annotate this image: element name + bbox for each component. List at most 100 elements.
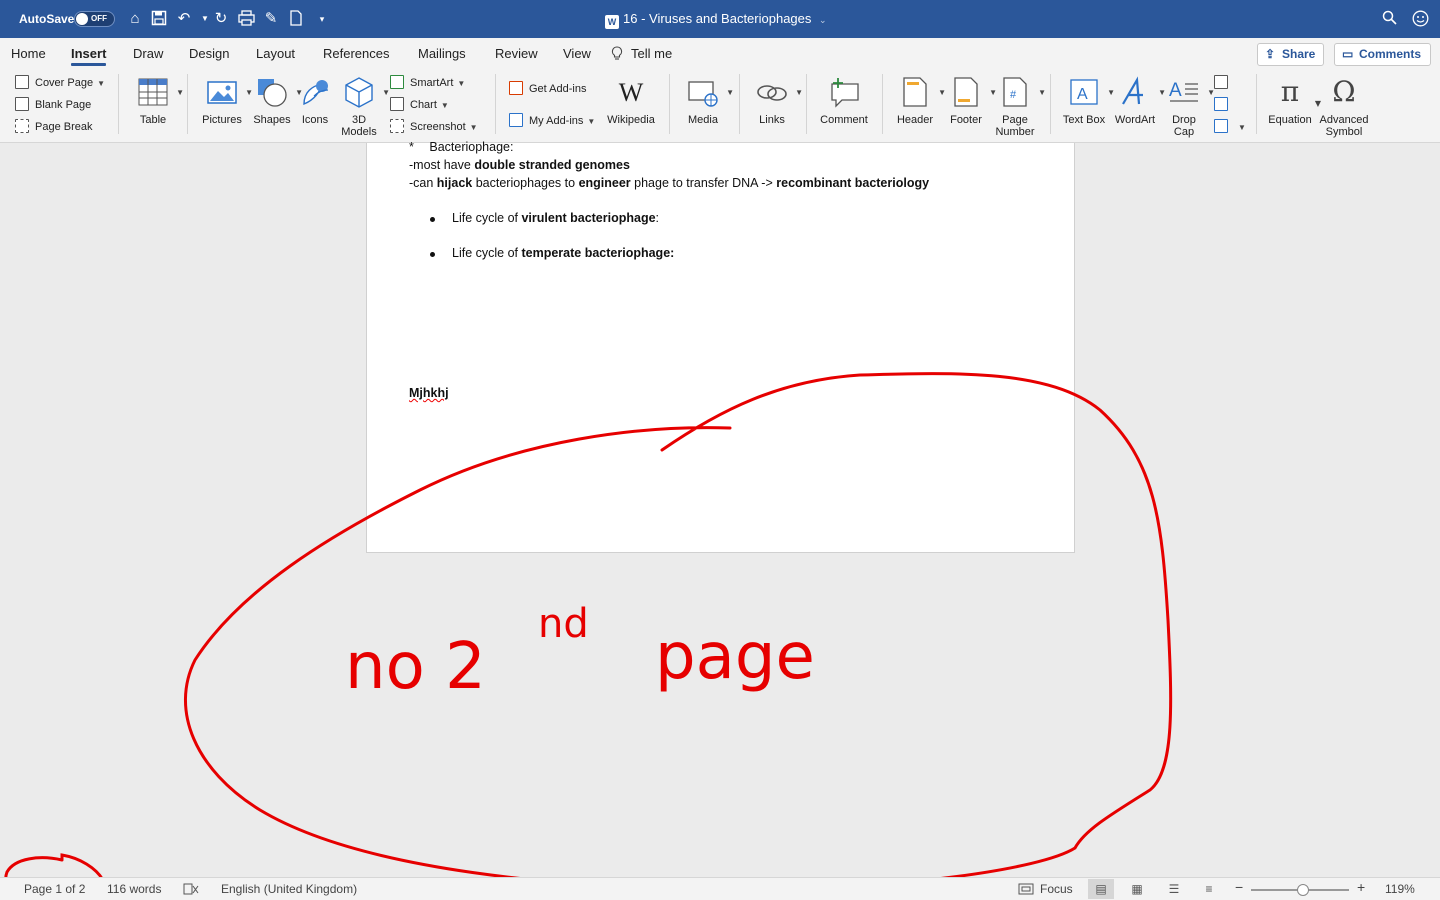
link-chain-icon: ▼ (755, 76, 803, 110)
text-box-button[interactable]: A ▼ Text Box (1061, 76, 1115, 126)
3d-models-label-line1: 3D (351, 114, 367, 126)
redo-icon[interactable]: ↻ (212, 10, 230, 28)
tab-insert[interactable]: Insert (71, 46, 107, 66)
list-marker: * (409, 140, 414, 154)
undo-icon[interactable]: ↶ (175, 10, 193, 28)
tab-view[interactable]: View (563, 46, 591, 61)
footer-label: Footer (950, 114, 982, 126)
zoom-slider-thumb[interactable] (1297, 884, 1309, 896)
edit-icon[interactable]: ✎ (262, 10, 280, 28)
autosave-toggle[interactable]: OFF (74, 11, 115, 27)
equation-button[interactable]: π ▼ Equation (1266, 76, 1321, 127)
shapes-label: Shapes (253, 114, 291, 126)
chevron-down-icon: ▼ (795, 88, 803, 97)
tab-mailings[interactable]: Mailings (418, 46, 466, 61)
temperate-text: Life cycle of (452, 246, 522, 260)
tab-tell-me[interactable]: Tell me (631, 46, 672, 61)
equation-label: Equation (1268, 114, 1312, 126)
page-break-button[interactable]: Page Break (15, 118, 92, 136)
store-icon (509, 81, 523, 95)
smartart-label: SmartArt (410, 77, 454, 89)
pictures-button[interactable]: ▼ Pictures (200, 76, 253, 126)
web-layout-view-icon[interactable]: ▦ (1124, 879, 1150, 899)
focus-icon[interactable] (1018, 882, 1034, 899)
object-button[interactable]: ▼ (1214, 118, 1246, 136)
drop-cap-button[interactable]: A ▼ Drop Cap (1164, 76, 1215, 138)
comments-button[interactable]: ▭ Comments (1334, 43, 1431, 66)
cover-page-button[interactable]: Cover Page ▼ (15, 74, 105, 92)
print-icon[interactable] (237, 10, 255, 28)
tab-design[interactable]: Design (189, 46, 229, 61)
search-icon[interactable] (1380, 10, 1398, 28)
zoom-in-button[interactable]: + (1357, 879, 1365, 895)
advanced-symbol-label-line1: Advanced (1319, 114, 1369, 126)
my-addins-button[interactable]: My Add-ins ▼ (509, 112, 595, 130)
word-count[interactable]: 116 words (107, 882, 161, 896)
hijack-line: -can hijack bacteriophages to engineer p… (409, 176, 929, 190)
shapes-button[interactable]: ▼ Shapes (252, 76, 303, 126)
object-icon (1214, 119, 1228, 133)
zoom-slider[interactable] (1251, 884, 1349, 896)
document-title[interactable]: W 16 - Viruses and Bacteriophages ⌄ (605, 11, 827, 29)
focus-label[interactable]: Focus (1040, 882, 1073, 896)
page-number-button[interactable]: # ▼ Page Number (993, 76, 1046, 138)
header-button[interactable]: ▼ Header (895, 76, 946, 126)
word-document-icon: W (605, 15, 619, 29)
print-layout-view-icon[interactable]: ▤ (1088, 879, 1114, 899)
blank-page-icon (15, 97, 29, 111)
wordart-button[interactable]: ▼ WordArt (1113, 76, 1166, 126)
tab-references[interactable]: References (323, 46, 389, 61)
my-addins-label: My Add-ins (529, 115, 584, 127)
page-number-label-line1: Page (1002, 114, 1028, 126)
draft-view-icon[interactable]: ≡ (1196, 879, 1222, 899)
shapes-icon: ▼ (255, 76, 303, 110)
svg-text:A: A (1169, 80, 1182, 101)
tab-review[interactable]: Review (495, 46, 538, 61)
smartart-button[interactable]: SmartArt ▼ (390, 74, 465, 92)
ribbon-divider (669, 74, 670, 134)
advanced-symbol-button[interactable]: Ω Advanced Symbol (1318, 76, 1370, 139)
page-count[interactable]: Page 1 of 2 (24, 882, 85, 896)
tab-layout[interactable]: Layout (256, 46, 295, 61)
chart-button[interactable]: Chart ▼ (390, 96, 449, 114)
customize-toolbar-icon[interactable]: ▾ (313, 10, 331, 28)
new-comment-button[interactable]: Comment (818, 76, 870, 126)
links-button[interactable]: ▼ Links (752, 76, 803, 126)
get-addins-button[interactable]: Get Add-ins (509, 80, 586, 98)
document-page[interactable]: * Bacteriophage: -most have double stran… (366, 140, 1075, 553)
zoom-out-button[interactable]: − (1235, 879, 1243, 895)
tab-draw[interactable]: Draw (133, 46, 163, 61)
language-label[interactable]: English (United Kingdom) (221, 882, 357, 896)
proofing-icon[interactable] (183, 882, 199, 899)
advanced-symbol-label-line2: Symbol (1325, 126, 1363, 138)
get-addins-label: Get Add-ins (529, 83, 587, 95)
home-icon[interactable]: ⌂ (126, 10, 144, 28)
media-button[interactable]: ▼ Media (682, 76, 734, 126)
cube-icon: ▼ (342, 76, 390, 110)
table-button[interactable]: ▼ Table (133, 76, 184, 126)
save-icon[interactable] (150, 10, 168, 28)
zoom-level[interactable]: 119% (1385, 882, 1415, 896)
screenshot-button[interactable]: Screenshot ▼ (390, 118, 478, 136)
3d-models-button[interactable]: ▼ 3D Models (338, 76, 390, 138)
tab-home[interactable]: Home (11, 46, 46, 61)
share-button[interactable]: ⇪ Share (1257, 43, 1324, 66)
comments-label: Comments (1359, 47, 1422, 61)
bullet-dot (430, 252, 435, 257)
my-addins-icon (509, 113, 523, 127)
icons-button[interactable]: Icons (299, 76, 331, 126)
new-document-icon[interactable] (287, 10, 305, 28)
date-time-button[interactable] (1214, 96, 1234, 114)
hijack-text-c: bacteriophages to (472, 176, 579, 190)
chevron-down-icon: ▼ (440, 101, 449, 110)
chevron-down-icon: ▼ (587, 117, 596, 126)
outline-view-icon[interactable]: ☰ (1161, 879, 1187, 899)
tell-me-bulb-icon (611, 46, 623, 64)
footer-button[interactable]: ▼ Footer (946, 76, 997, 126)
chevron-down-icon: ▼ (726, 88, 734, 97)
wikipedia-button[interactable]: W Wikipedia (605, 76, 657, 126)
feedback-smiley-icon[interactable] (1411, 10, 1429, 28)
blank-page-button[interactable]: Blank Page (15, 96, 91, 114)
signature-line-icon (1214, 75, 1228, 89)
signature-line-button[interactable] (1214, 74, 1234, 92)
